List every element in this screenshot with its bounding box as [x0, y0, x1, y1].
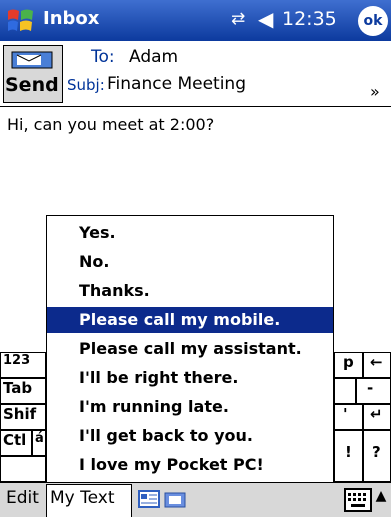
key-exclamation[interactable]: ! [334, 430, 363, 482]
mytext-item-selected[interactable]: Please call my mobile. [47, 307, 333, 333]
key-ctrl[interactable]: Ctl [0, 430, 32, 456]
sip-up-arrow-icon[interactable]: ▲ [373, 488, 389, 512]
speaker-icon[interactable]: ◀ [258, 7, 273, 31]
key-shift[interactable]: Shif [0, 404, 46, 430]
mytext-item[interactable]: Yes. [47, 220, 333, 246]
mytext-item[interactable]: No. [47, 249, 333, 275]
keyboard-icon[interactable] [344, 488, 372, 512]
key-apostrophe[interactable]: ' [334, 404, 363, 430]
windows-flag-icon[interactable] [5, 5, 37, 37]
subject-label: Subj: [67, 76, 105, 94]
to-field[interactable]: Adam [129, 47, 178, 67]
mytext-item[interactable]: I love my Pocket PC! [47, 452, 333, 478]
message-body[interactable]: Hi, can you meet at 2:00? [7, 115, 214, 134]
mytext-menu[interactable]: My Text [46, 484, 132, 517]
subject-field[interactable]: Finance Meeting [107, 74, 246, 94]
mytext-item[interactable]: I'll get back to you. [47, 423, 333, 449]
app-title: Inbox [43, 8, 100, 29]
expand-header-icon[interactable]: » [370, 82, 380, 101]
key-accent[interactable]: á [32, 430, 46, 456]
key-tab[interactable]: Tab [0, 378, 46, 404]
key-123[interactable]: 123 [0, 352, 46, 378]
send-label: Send [5, 74, 59, 96]
key-minus[interactable]: - [356, 378, 391, 404]
mytext-item[interactable]: Thanks. [47, 278, 333, 304]
mytext-list: Yes. No. Thanks. Please call my mobile. … [46, 215, 334, 488]
connectivity-icon[interactable]: ⇄ [231, 9, 245, 29]
envelope-icon [11, 51, 53, 69]
contact-card-icon[interactable] [138, 490, 160, 508]
key-blank[interactable] [334, 378, 356, 404]
key-question[interactable]: ? [363, 430, 391, 482]
key-lower-row[interactable] [0, 456, 46, 482]
mytext-item[interactable]: Please call my assistant. [47, 336, 333, 362]
edit-menu[interactable]: Edit [6, 488, 39, 508]
key-p[interactable]: p [334, 352, 363, 378]
to-label: To: [91, 47, 115, 67]
key-backspace[interactable]: ← [363, 352, 391, 378]
clock[interactable]: 12:35 [282, 8, 337, 30]
mytext-item[interactable]: I'll be right there. [47, 365, 333, 391]
ok-button[interactable]: ok [358, 6, 388, 36]
key-enter[interactable]: ↵ [363, 404, 391, 430]
attachment-icon[interactable] [164, 492, 186, 508]
mytext-item[interactable]: I'm running late. [47, 394, 333, 420]
